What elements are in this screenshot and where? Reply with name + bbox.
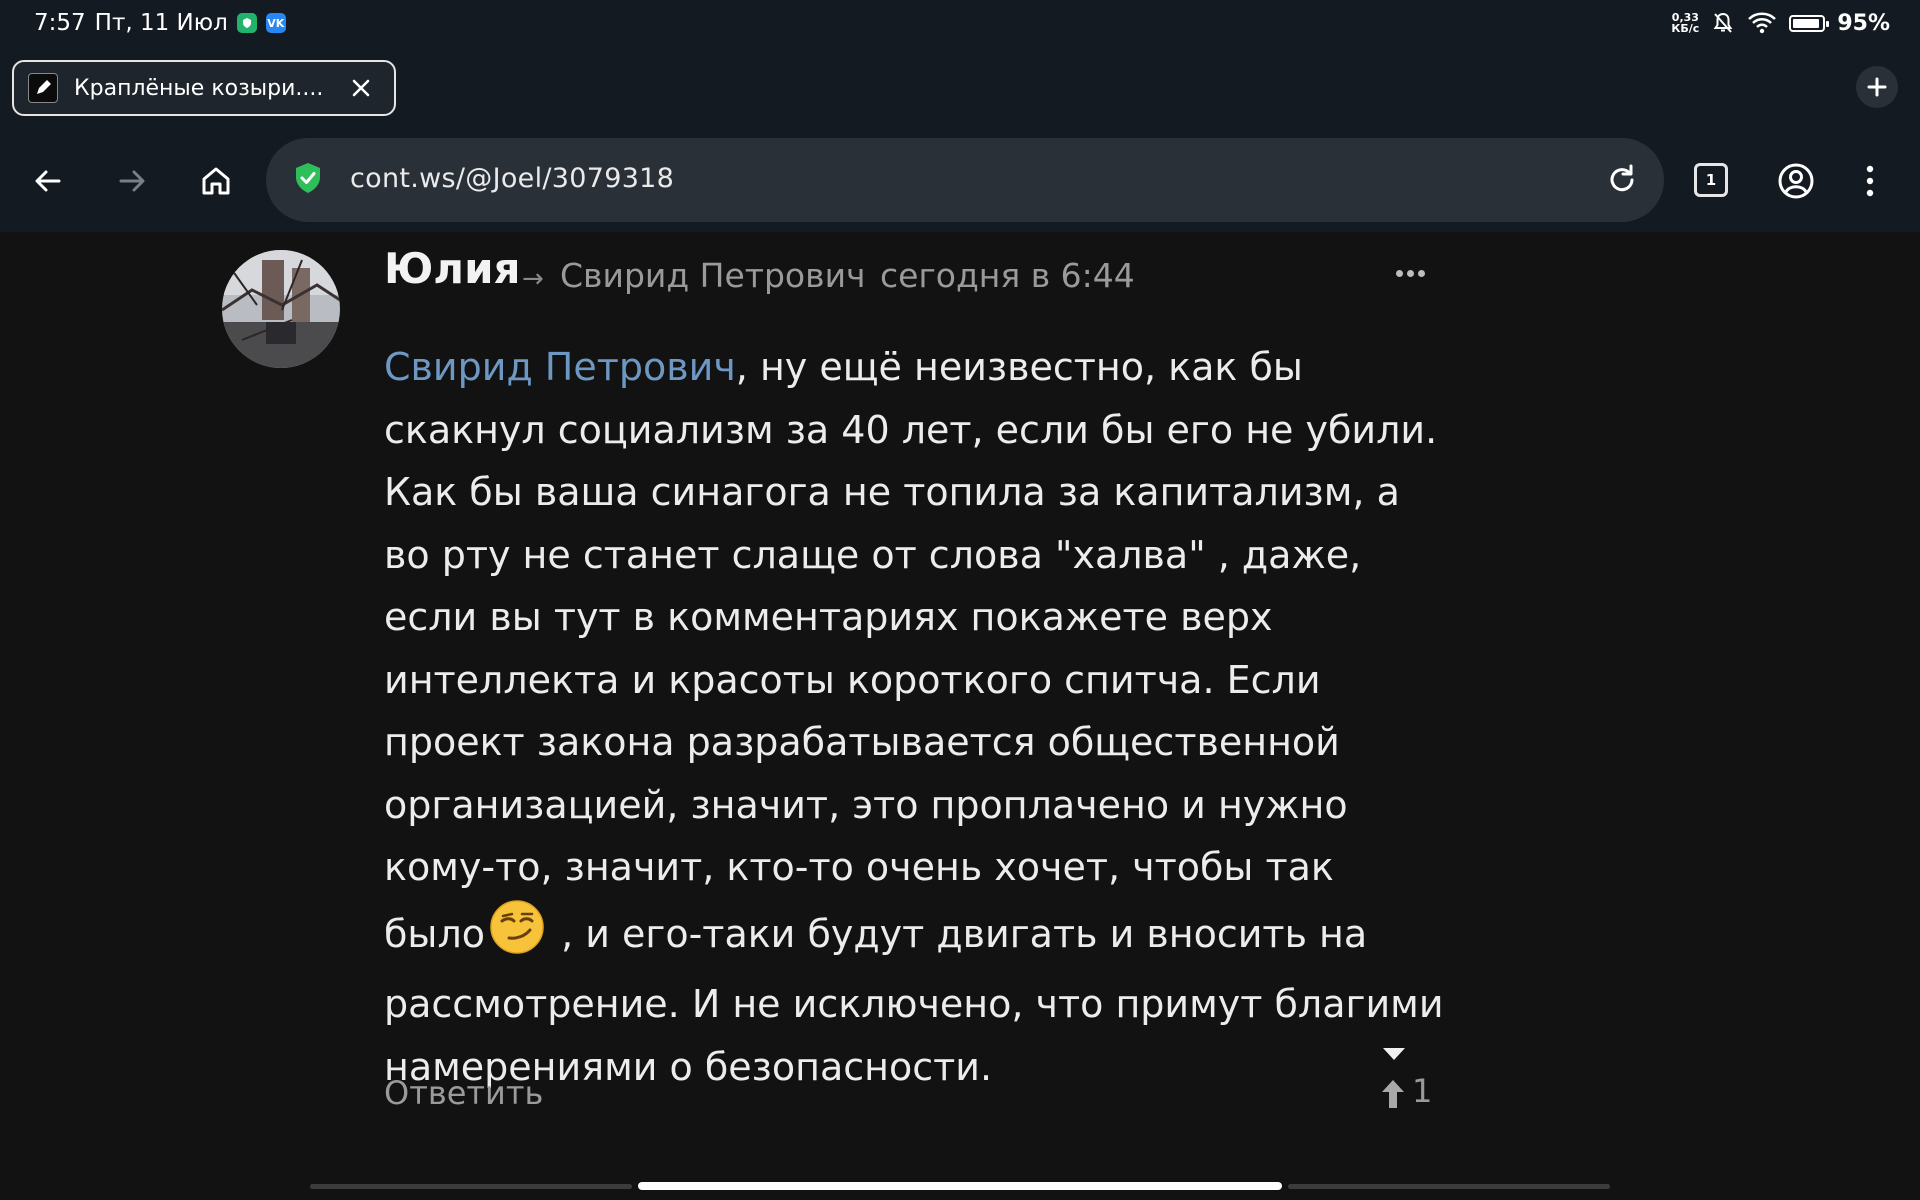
scroll-segment-left <box>310 1184 632 1189</box>
account-icon <box>1778 163 1814 199</box>
site-favicon-icon <box>28 73 58 103</box>
status-time: 7:57 <box>34 10 86 36</box>
reload-button[interactable] <box>1602 160 1642 200</box>
network-speed-unit: КБ/с <box>1671 22 1700 35</box>
arrow-forward-icon <box>119 170 145 192</box>
vote-count: 1 <box>1412 1072 1433 1110</box>
status-date: Пт, 11 Июл <box>94 10 228 36</box>
arrow-back-icon <box>35 170 61 192</box>
mention-link[interactable]: Свирид Петрович <box>384 345 736 389</box>
tab-switcher-button[interactable]: 1 <box>1694 163 1728 197</box>
address-bar[interactable]: cont.ws/@Joel/3079318 <box>266 138 1664 222</box>
status-right: 0,33 КБ/с 95% <box>1671 8 1890 38</box>
comment-options-button[interactable] <box>1396 270 1425 277</box>
secure-shield-icon <box>296 163 320 193</box>
avatar[interactable] <box>222 250 340 368</box>
more-vert-icon <box>1866 165 1874 197</box>
account-button[interactable] <box>1774 159 1818 203</box>
tab-title: Краплёные козыри.... <box>74 75 324 101</box>
wifi-icon <box>1748 12 1777 34</box>
reply-arrow: → <box>522 264 544 294</box>
network-speed: 0,33 КБ/с <box>1671 12 1699 34</box>
back-button[interactable] <box>26 159 70 203</box>
comment-timestamp[interactable]: сегодня в 6:44 <box>880 256 1135 295</box>
vote-up-icon[interactable] <box>1381 1079 1405 1109</box>
forward-button[interactable] <box>110 159 154 203</box>
home-gesture-handle[interactable] <box>638 1182 1282 1190</box>
reply-recipient[interactable]: Свирид Петрович <box>560 256 866 295</box>
vote-down-icon[interactable] <box>1382 1047 1406 1061</box>
reload-icon <box>1610 164 1634 192</box>
plus-icon <box>1867 77 1887 97</box>
tab-strip: Краплёные козыри.... <box>0 46 1920 130</box>
browser-tab[interactable]: Краплёные козыри.... <box>12 60 396 116</box>
scroll-segment-right <box>1288 1184 1610 1189</box>
home-button[interactable] <box>194 159 238 203</box>
close-tab-icon[interactable] <box>348 75 374 101</box>
reply-button[interactable]: Ответить <box>384 1074 543 1112</box>
comment-author[interactable]: Юлия <box>384 244 520 293</box>
new-tab-button[interactable] <box>1856 66 1898 108</box>
home-icon <box>202 167 230 195</box>
more-horiz-icon <box>1396 270 1403 277</box>
comment-body: Свирид Петрович, ну ещё неизвестно, как … <box>384 336 1446 1098</box>
url-text[interactable]: cont.ws/@Joel/3079318 <box>350 163 674 194</box>
notifications-off-icon <box>1713 12 1733 33</box>
browser-toolbar: cont.ws/@Joel/3079318 1 <box>0 130 1920 232</box>
battery-icon <box>1789 14 1830 32</box>
smirking-face-emoji-icon <box>489 899 545 974</box>
vk-icon: VK <box>265 13 286 33</box>
gesture-bar <box>0 1177 1920 1200</box>
status-left: 7:57 Пт, 11 Июл VK <box>34 8 286 38</box>
security-app-icon <box>236 13 257 33</box>
comment-text-part1: , ну ещё неизвестно, как бы скакнул соци… <box>384 345 1438 956</box>
menu-button[interactable] <box>1848 159 1892 203</box>
status-bar: 7:57 Пт, 11 Июл VK 0,33 КБ/с 95% <box>0 0 1920 46</box>
page-content: Юлия → Свирид Петрович сегодня в 6:44 Св… <box>0 232 1920 1177</box>
battery-percent: 95% <box>1837 10 1890 36</box>
